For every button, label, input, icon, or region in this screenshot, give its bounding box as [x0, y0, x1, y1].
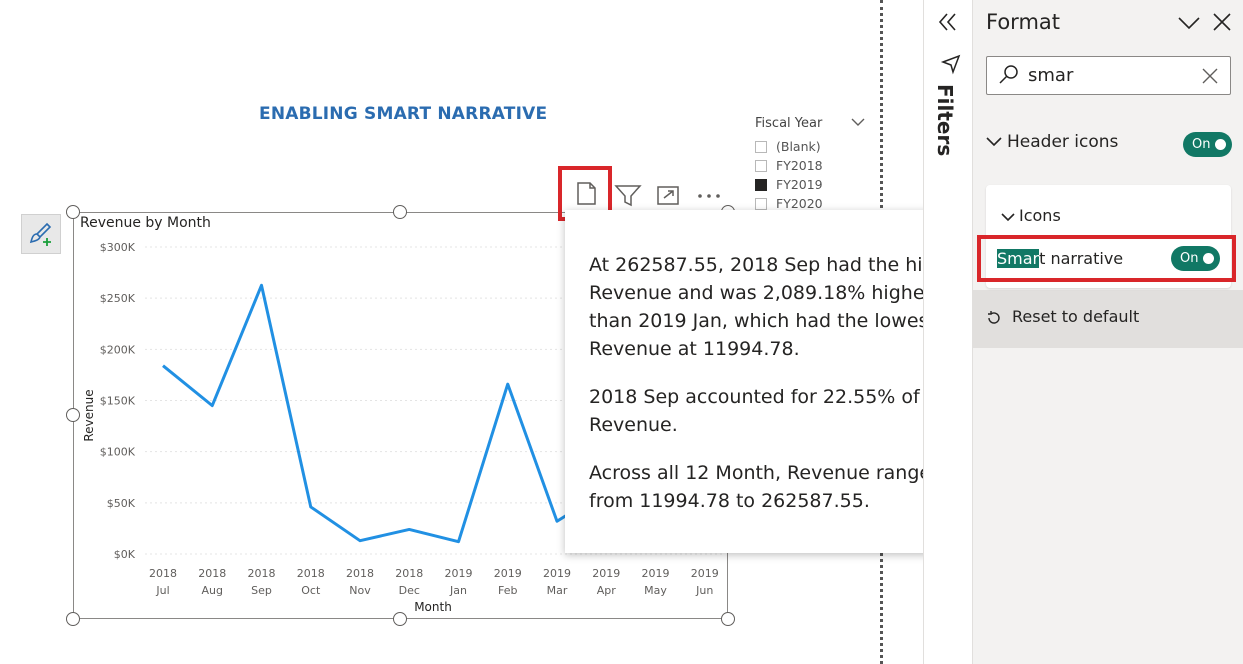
x-tick-label: Nov: [349, 584, 371, 597]
y-tick-label: $250K: [100, 292, 136, 305]
x-tick-label: Jul: [155, 584, 169, 597]
slicer-item-label: FY2019: [776, 177, 823, 192]
slicer-item-label: FY2018: [776, 158, 823, 173]
header-icons-toggle[interactable]: On: [1183, 132, 1232, 157]
x-tick-label: 2019: [642, 567, 670, 580]
resize-handle[interactable]: [66, 205, 80, 219]
header-icons-section[interactable]: Header icons: [985, 132, 1118, 152]
y-tick-label: $50K: [107, 497, 136, 510]
series-line: [162, 283, 608, 544]
x-tick-label: Dec: [399, 584, 420, 597]
slicer-item-label: FY2020: [776, 196, 823, 211]
x-tick-label: 2019: [592, 567, 620, 580]
highlight-box: [977, 235, 1236, 282]
format-painter-button[interactable]: [21, 214, 61, 254]
x-tick-label: 2018: [149, 567, 177, 580]
toggle-knob: [1215, 139, 1226, 150]
reset-icon: [988, 310, 1000, 324]
narrative-paragraph: At 262587.55, 2018 Sep had the highest R…: [589, 254, 976, 360]
icons-section[interactable]: Icons: [1001, 206, 1061, 225]
y-tick-label: $0K: [114, 548, 136, 561]
resize-handle[interactable]: [393, 205, 407, 219]
slicer-item-blank[interactable]: (Blank): [755, 137, 875, 156]
x-tick-label: 2019: [494, 567, 522, 580]
checkbox-checked[interactable]: [755, 178, 767, 191]
x-tick-label: 2019: [543, 567, 571, 580]
fiscal-year-slicer: Fiscal Year (Blank) FY2018 FY2019 FY2020: [755, 116, 875, 213]
reset-label: Reset to default: [1012, 307, 1140, 326]
x-tick-label: Mar: [547, 584, 568, 597]
checkbox[interactable]: [755, 197, 767, 210]
narrative-paragraph: 2018 Sep accounted for 22.55% of Revenue…: [589, 386, 920, 436]
checkbox[interactable]: [755, 159, 767, 172]
x-tick-label: 2019: [691, 567, 719, 580]
chevron-down-icon: [1001, 212, 1015, 221]
slicer-item-label: (Blank): [776, 139, 821, 154]
x-tick-label: Sep: [251, 584, 272, 597]
x-tick-label: 2018: [395, 567, 423, 580]
filter-icon[interactable]: [614, 185, 642, 207]
page-title: ENABLING SMART NARRATIVE: [259, 104, 548, 124]
collapse-pane-icon[interactable]: [937, 12, 959, 36]
focus-mode-icon[interactable]: [657, 186, 679, 205]
x-tick-label: 2018: [198, 567, 226, 580]
x-tick-label: 2018: [346, 567, 374, 580]
icons-label: Icons: [1019, 206, 1061, 225]
filter-funnel-icon: [940, 53, 962, 79]
paintbrush-icon: [29, 222, 52, 246]
header-icons-label: Header icons: [1007, 132, 1119, 152]
chart-title: Revenue by Month: [80, 215, 211, 231]
checkbox[interactable]: [755, 140, 767, 153]
y-tick-label: $300K: [100, 241, 136, 254]
search-value[interactable]: smar: [1028, 65, 1073, 86]
x-tick-label: Aug: [202, 584, 223, 597]
x-tick-label: 2018: [297, 567, 325, 580]
format-pane-title: Format: [986, 10, 1061, 34]
x-tick-label: Oct: [301, 584, 321, 597]
reset-to-default-button[interactable]: Reset to default: [986, 307, 1139, 326]
close-icon[interactable]: [1212, 12, 1232, 36]
x-tick-label: Jun: [695, 584, 713, 597]
search-icon: [997, 64, 1021, 90]
y-axis-label: Revenue: [82, 389, 96, 441]
chevron-down-icon[interactable]: [851, 116, 865, 131]
more-options-icon[interactable]: [698, 194, 720, 198]
y-tick-label: $150K: [100, 395, 136, 408]
y-tick-label: $200K: [100, 343, 136, 356]
x-tick-label: 2018: [248, 567, 276, 580]
y-tick-label: $100K: [100, 446, 136, 459]
x-axis-label: Month: [414, 600, 452, 614]
x-tick-label: May: [644, 584, 667, 597]
slicer-item-fy2018[interactable]: FY2018: [755, 156, 875, 175]
narrative-paragraph: Across all 12 Month, Revenue ranged from…: [589, 462, 944, 512]
filters-label[interactable]: Filters: [933, 84, 957, 156]
slicer-item-fy2019[interactable]: FY2019: [755, 175, 875, 194]
x-tick-label: Feb: [498, 584, 517, 597]
search-input[interactable]: [986, 56, 1231, 95]
x-tick-label: Jan: [449, 584, 467, 597]
chevron-down-icon: [986, 137, 1002, 147]
toggle-label: On: [1192, 137, 1211, 152]
clear-search-icon[interactable]: [1201, 67, 1219, 89]
chevron-down-icon[interactable]: [1177, 14, 1201, 36]
slicer-title: Fiscal Year: [755, 116, 823, 131]
x-tick-label: Apr: [597, 584, 617, 597]
x-tick-label: 2019: [445, 567, 473, 580]
